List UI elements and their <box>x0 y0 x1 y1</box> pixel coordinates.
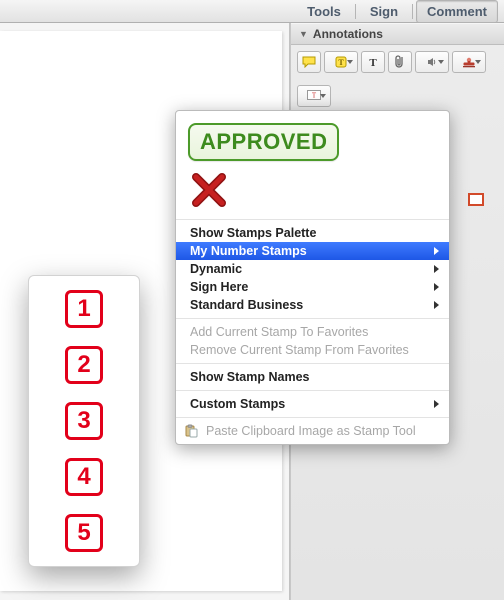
menu-show-stamps-palette[interactable]: Show Stamps Palette <box>176 224 449 242</box>
sticky-note-tool[interactable] <box>297 51 321 73</box>
text-edit-icon: T <box>367 56 379 68</box>
menu-sign-here[interactable]: Sign Here <box>176 278 449 296</box>
number-stamps-palette: 1 2 3 4 5 <box>28 275 140 567</box>
number-stamp-2[interactable]: 2 <box>65 346 103 384</box>
svg-text:T: T <box>312 92 317 100</box>
menu-standard-business[interactable]: Standard Business <box>176 296 449 314</box>
highlight-icon: T <box>335 56 347 68</box>
number-stamp-3[interactable]: 3 <box>65 402 103 440</box>
menu-remove-favorite: Remove Current Stamp From Favorites <box>176 341 449 359</box>
menu-paste-clipboard-stamp: Paste Clipboard Image as Stamp Tool <box>176 422 449 440</box>
tab-sign[interactable]: Sign <box>359 0 409 23</box>
menu-dynamic[interactable]: Dynamic <box>176 260 449 278</box>
menu-separator <box>176 363 449 364</box>
svg-text:T: T <box>369 57 377 68</box>
stamp-tool[interactable] <box>452 51 486 73</box>
menu-show-stamp-names[interactable]: Show Stamp Names <box>176 368 449 386</box>
attach-icon <box>394 55 406 69</box>
menu-separator <box>176 219 449 220</box>
menu-custom-stamps[interactable]: Custom Stamps <box>176 395 449 413</box>
menu-separator <box>176 417 449 418</box>
number-stamp-1[interactable]: 1 <box>65 290 103 328</box>
tab-sep <box>412 4 413 19</box>
rectangle-annotation[interactable] <box>468 193 484 206</box>
stamp-preview-area: APPROVED <box>176 117 449 215</box>
stamp-popup-menu: APPROVED Show Stamps Palette My Number S… <box>175 110 450 445</box>
sticky-note-icon <box>302 56 316 68</box>
annotations-header[interactable]: ▼ Annotations <box>291 23 504 45</box>
menu-my-number-stamps[interactable]: My Number Stamps <box>176 242 449 260</box>
disclosure-triangle-icon: ▼ <box>299 29 308 39</box>
menu-separator <box>176 390 449 391</box>
textbox-icon: T <box>307 90 321 102</box>
sound-tool[interactable] <box>415 51 449 73</box>
top-toolbar: Tools Sign Comment <box>0 0 504 23</box>
attach-tool[interactable] <box>388 51 412 73</box>
tab-comment[interactable]: Comment <box>416 0 498 23</box>
svg-text:T: T <box>338 58 344 67</box>
annotation-tool-row-1: T T <box>291 45 504 79</box>
menu-add-favorite: Add Current Stamp To Favorites <box>176 323 449 341</box>
clipboard-icon <box>184 424 198 438</box>
number-stamp-5[interactable]: 5 <box>65 514 103 552</box>
number-stamp-4[interactable]: 4 <box>65 458 103 496</box>
tab-sep <box>355 4 356 19</box>
annotation-tool-row-2: T <box>291 79 504 113</box>
approved-stamp-preview[interactable]: APPROVED <box>188 123 339 161</box>
stamp-icon <box>462 55 476 69</box>
textbox-tool[interactable]: T <box>297 85 331 107</box>
menu-separator <box>176 318 449 319</box>
annotations-title: Annotations <box>313 27 383 41</box>
tab-tools[interactable]: Tools <box>296 0 352 23</box>
cross-stamp-preview[interactable] <box>192 173 226 207</box>
highlight-tool[interactable]: T <box>324 51 358 73</box>
text-edit-tool[interactable]: T <box>361 51 385 73</box>
sound-icon <box>426 56 438 68</box>
